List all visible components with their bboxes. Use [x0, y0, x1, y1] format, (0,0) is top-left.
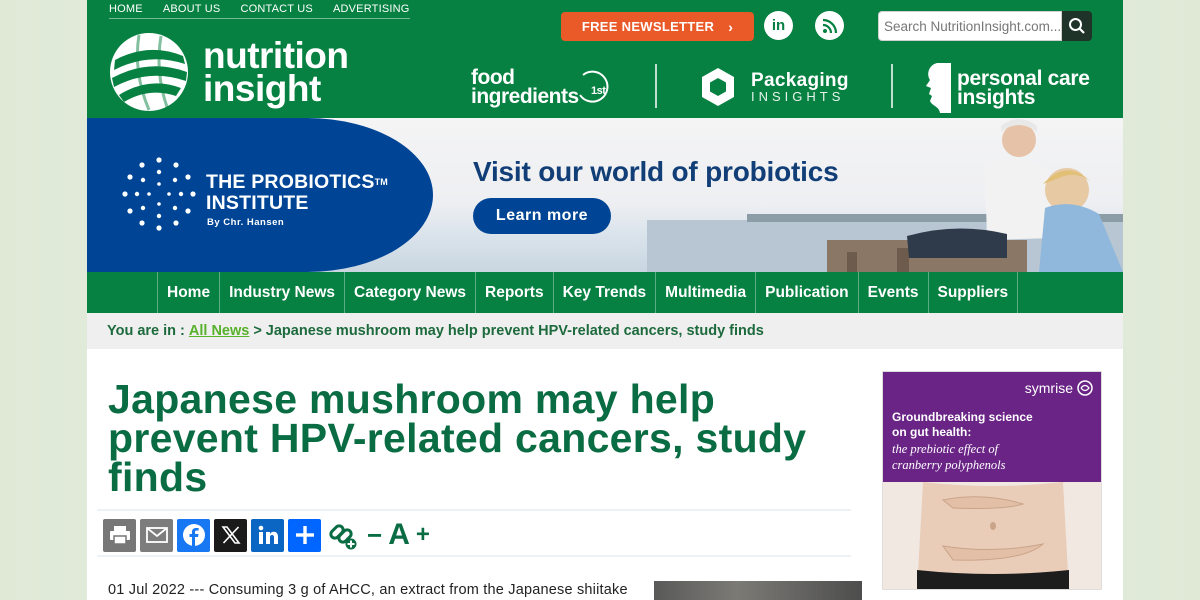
top-link-contact[interactable]: CONTACT US: [240, 3, 313, 15]
article-thumbnail-image[interactable]: [654, 581, 862, 600]
ad-headline-line-1: Groundbreaking science: [892, 410, 1033, 424]
ad-purple-panel: symrise Groundbreaking science on gut he…: [883, 372, 1101, 482]
nav-item-category-news[interactable]: Category News: [345, 272, 477, 313]
probiotics-institute-title: THE PROBIOTICSTM INSTITUTE: [206, 172, 388, 214]
ad-subheadline: the prebiotic effect of cranberry polyph…: [892, 441, 1006, 473]
breadcrumb-separator: >: [253, 323, 262, 339]
brand-divider: [891, 64, 893, 108]
face-profile-icon: [926, 63, 951, 113]
org-line-1: THE PROBIOTICS: [206, 171, 375, 193]
food-ingredients-brand-link[interactable]: food ingredients 1st: [471, 67, 609, 108]
nav-item-suppliers[interactable]: Suppliers: [929, 272, 1019, 313]
nav-item-key-trends[interactable]: Key Trends: [554, 272, 657, 313]
envelope-icon: [145, 527, 168, 543]
copy-link-button[interactable]: [325, 519, 361, 552]
ad-sub-line-2: cranberry polyphenols: [892, 458, 1006, 472]
beach-scene-image: [647, 119, 1123, 272]
ad-headline-line-2: on gut health:: [892, 425, 972, 439]
breadcrumb-link-all-news[interactable]: All News: [189, 323, 249, 339]
top-link-advertising[interactable]: ADVERTISING: [333, 3, 410, 15]
email-share-button[interactable]: [140, 518, 173, 552]
ad-sub-line-1: the prebiotic effect of: [892, 442, 999, 456]
plus-share-icon: [295, 526, 314, 544]
personal-care-insights-brand-link[interactable]: personal care insights: [923, 62, 1090, 114]
nav-item-home[interactable]: Home: [158, 272, 221, 313]
linkedin-icon: [258, 525, 278, 544]
increase-font-button[interactable]: +: [416, 521, 430, 549]
org-line-2: INSTITUTE: [206, 192, 309, 214]
x-share-button[interactable]: [214, 518, 247, 552]
first-badge-icon: 1st: [579, 70, 609, 103]
symrise-sidebar-ad[interactable]: symrise Groundbreaking science on gut he…: [882, 371, 1102, 590]
rss-glyph-icon: [822, 18, 837, 33]
nav-item-multimedia[interactable]: Multimedia: [656, 272, 757, 313]
free-newsletter-button[interactable]: FREE NEWSLETTER ›: [561, 12, 754, 41]
logo-line-2: insight: [203, 68, 321, 109]
logo-text: nutrition insight: [203, 37, 349, 109]
breadcrumb: You are in : All News > Japanese mushroo…: [87, 313, 1123, 349]
nav-item-industry-news[interactable]: Industry News: [220, 272, 346, 313]
first-badge-text: 1st: [591, 85, 606, 97]
font-size-icon: A: [388, 518, 410, 551]
search-input[interactable]: [878, 11, 1062, 41]
newsletter-label: FREE NEWSLETTER: [581, 19, 715, 34]
packaging-insights-brand-link[interactable]: Packaging INSIGHTS: [699, 66, 849, 108]
probiotics-dots-logo-icon: [122, 157, 196, 231]
top-link-home[interactable]: HOME: [109, 3, 143, 15]
nav-item-reports[interactable]: Reports: [476, 272, 554, 313]
rss-icon[interactable]: [815, 11, 844, 40]
facebook-share-button[interactable]: [177, 518, 210, 552]
breadcrumb-current: Japanese mushroom may help prevent HPV-r…: [265, 323, 764, 339]
ad-brand: symrise: [1025, 380, 1093, 396]
page: HOME ABOUT US CONTACT US ADVERTISING nut…: [87, 0, 1123, 600]
top-link-about[interactable]: ABOUT US: [163, 3, 221, 15]
search-box: [878, 11, 1092, 41]
main-nav: Home Industry News Category News Reports…: [87, 272, 1123, 313]
linkedin-share-button[interactable]: [251, 518, 284, 552]
x-icon: [220, 526, 241, 544]
printer-icon: [109, 526, 130, 545]
nutrition-insight-logo-icon: [110, 33, 188, 111]
packaging-line-1: Packaging: [751, 70, 849, 91]
personal-care-line-2: insights: [957, 86, 1036, 109]
org-subtitle: By Chr. Hansen: [207, 217, 285, 228]
symrise-swirl-icon: [1077, 380, 1093, 396]
belly-hands-image: [883, 482, 1101, 589]
article-title: Japanese mushroom may help prevent HPV-r…: [108, 376, 807, 500]
more-share-button[interactable]: [288, 518, 321, 552]
top-links: HOME ABOUT US CONTACT US ADVERTISING: [109, 3, 410, 19]
banner-headline: Visit our world of probiotics: [473, 156, 839, 187]
linkedin-glyph: in: [771, 17, 786, 34]
food-line-2: ingredients: [471, 85, 579, 108]
hexagon-icon: [702, 68, 734, 106]
breadcrumb-prefix: You are in :: [107, 323, 185, 339]
probiotics-banner-ad[interactable]: THE PROBIOTICSTM INSTITUTE By Chr. Hanse…: [87, 118, 1123, 272]
search-icon: [1069, 18, 1085, 34]
chevron-right-icon: ›: [728, 18, 734, 35]
nav-item-publication[interactable]: Publication: [756, 272, 859, 313]
brand-divider: [655, 64, 657, 108]
symrise-logo-text: symrise: [1024, 380, 1073, 396]
search-button[interactable]: [1062, 11, 1092, 41]
trademark-mark: TM: [374, 177, 388, 187]
learn-more-button[interactable]: Learn more: [473, 198, 611, 234]
ad-headline: Groundbreaking science on gut health:: [892, 410, 1033, 440]
facebook-icon: [182, 524, 205, 546]
packaging-line-2: INSIGHTS: [751, 89, 845, 104]
site-header: HOME ABOUT US CONTACT US ADVERTISING nut…: [87, 0, 1123, 118]
article-lead-paragraph: 01 Jul 2022 --- Consuming 3 g of AHCC, a…: [108, 582, 628, 598]
nav-item-events[interactable]: Events: [859, 272, 929, 313]
linkedin-icon[interactable]: in: [764, 11, 793, 40]
print-button[interactable]: [103, 518, 136, 552]
link-icon: [329, 524, 357, 550]
decrease-font-button[interactable]: −: [367, 520, 382, 551]
site-logo[interactable]: nutrition insight: [109, 32, 349, 112]
share-toolbar: − A +: [97, 509, 851, 557]
